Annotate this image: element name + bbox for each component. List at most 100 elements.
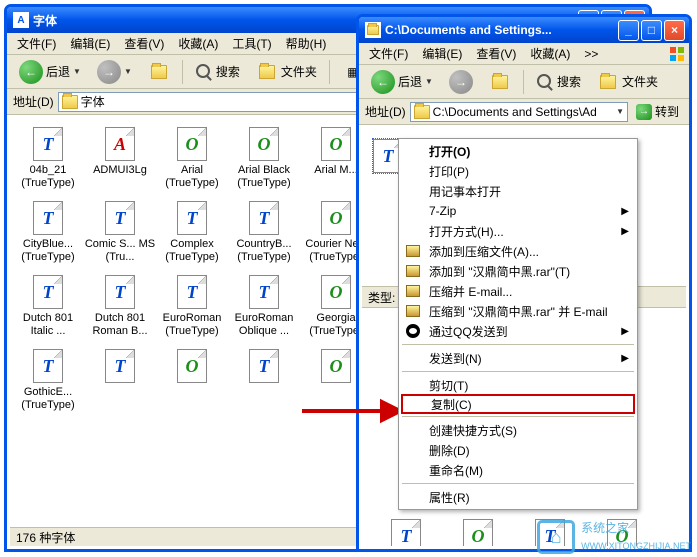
- font-file-item[interactable]: TEuroRoman Oblique ...: [228, 274, 300, 338]
- folders-button[interactable]: 文件夹: [250, 57, 323, 87]
- folder-icon: A: [13, 12, 29, 28]
- font-file-item[interactable]: TCityBlue... (TrueType): [12, 200, 84, 264]
- back-icon: ←: [19, 60, 43, 84]
- font-file-icon: O: [318, 126, 354, 162]
- font-file-item[interactable]: T: [370, 518, 442, 546]
- menu-3[interactable]: 收藏(A): [524, 43, 576, 64]
- font-file-icon: T: [246, 200, 282, 236]
- context-menu: 打开(O)打印(P)用记事本打开 7-Zip ▶ 打开方式(H)... ▶ 添加到压缩文件…: [398, 138, 638, 510]
- context-menu-item[interactable]: 压缩到 "汉鼎简中黑.rar" 并 E-mail: [401, 301, 635, 321]
- submenu-arrow-icon: ▶: [621, 226, 629, 237]
- font-file-icon: T: [102, 274, 138, 310]
- font-file-item[interactable]: TDutch 801 Italic ...: [12, 274, 84, 338]
- context-menu-item[interactable]: 发送到(N)▶: [401, 348, 635, 368]
- font-file-item[interactable]: O: [442, 518, 514, 546]
- context-menu-item[interactable]: 用记事本打开: [401, 181, 635, 201]
- context-menu-item[interactable]: 打开方式(H)... ▶: [401, 221, 635, 241]
- context-menu-item[interactable]: 添加到 "汉鼎简中黑.rar"(T): [401, 261, 635, 281]
- maximize-button[interactable]: □: [641, 20, 662, 41]
- font-file-item[interactable]: T: [228, 348, 300, 412]
- submenu-arrow-icon: ▶: [621, 206, 629, 217]
- font-file-icon: O: [246, 126, 282, 162]
- folder-up-icon: [148, 61, 170, 83]
- font-file-item[interactable]: OArial (TrueType): [156, 126, 228, 190]
- file-name: 04b_21 (TrueType): [12, 164, 84, 190]
- folders-button[interactable]: 文件夹: [591, 67, 664, 97]
- menu-4[interactable]: 工具(T): [226, 33, 277, 54]
- font-file-item[interactable]: O: [156, 348, 228, 412]
- font-file-item[interactable]: T: [84, 348, 156, 412]
- menu-5[interactable]: 帮助(H): [280, 33, 333, 54]
- back-button[interactable]: ← 后退 ▼: [13, 56, 87, 88]
- font-file-icon: O: [318, 274, 354, 310]
- context-menu-item[interactable]: 打开(O): [401, 141, 635, 161]
- font-file-icon: T: [388, 518, 424, 546]
- up-button[interactable]: [483, 67, 517, 97]
- menu-2[interactable]: 查看(V): [118, 33, 170, 54]
- font-file-icon: T: [174, 200, 210, 236]
- go-button[interactable]: → 转到: [632, 101, 683, 122]
- context-menu-item[interactable]: 7-Zip ▶: [401, 201, 635, 221]
- window-title: C:\Documents and Settings...: [385, 23, 618, 37]
- context-menu-item[interactable]: 添加到压缩文件(A)...: [401, 241, 635, 261]
- annotation-arrow: [300, 396, 410, 426]
- search-icon: [195, 63, 213, 81]
- folder-icon: [414, 105, 430, 119]
- menu-item-label: 压缩到 "汉鼎简中黑.rar" 并 E-mail: [429, 303, 608, 320]
- context-menu-item[interactable]: 压缩并 E-mail...: [401, 281, 635, 301]
- menu-0[interactable]: 文件(F): [363, 43, 414, 64]
- file-name: EuroRoman (TrueType): [156, 312, 228, 338]
- file-name: CountryB... (TrueType): [228, 238, 300, 264]
- context-menu-item[interactable]: 重命名(M): [401, 460, 635, 480]
- windows-flag-icon: [669, 46, 685, 62]
- type-label: 类型:: [368, 289, 395, 306]
- search-button[interactable]: 搜索: [530, 69, 587, 95]
- chevron-down-icon: ▼: [124, 67, 132, 76]
- context-menu-item[interactable]: 属性(R): [401, 487, 635, 507]
- context-menu-item[interactable]: 通过QQ发送到▶: [401, 321, 635, 341]
- back-button[interactable]: ← 后退 ▼: [365, 66, 439, 98]
- font-file-item[interactable]: T04b_21 (TrueType): [12, 126, 84, 190]
- menu-2[interactable]: 查看(V): [470, 43, 522, 64]
- chevron-down-icon: ▼: [73, 67, 81, 76]
- up-button[interactable]: [142, 57, 176, 87]
- titlebar[interactable]: C:\Documents and Settings... _ □ ×: [359, 17, 689, 43]
- menu-1[interactable]: 编辑(E): [416, 43, 468, 64]
- context-menu-item[interactable]: 剪切(T): [401, 375, 635, 395]
- file-name: EuroRoman Oblique ...: [228, 312, 300, 338]
- menu-item-label: 7-Zip: [429, 204, 456, 218]
- font-file-item[interactable]: AADMUI3Lg: [84, 126, 156, 190]
- font-file-item[interactable]: OArial Black (TrueType): [228, 126, 300, 190]
- close-button[interactable]: ×: [664, 20, 685, 41]
- separator: [329, 60, 330, 84]
- font-file-item[interactable]: TGothicE... (TrueType): [12, 348, 84, 412]
- forward-button[interactable]: → ▼: [91, 56, 138, 88]
- menu-item-label: 打开(O): [429, 143, 470, 160]
- context-menu-item[interactable]: 打印(P): [401, 161, 635, 181]
- search-button[interactable]: 搜索: [189, 59, 246, 85]
- menu-item-label: 打开方式(H)...: [429, 223, 504, 240]
- context-menu-item[interactable]: 删除(D): [401, 440, 635, 460]
- context-menu-item[interactable]: 复制(C): [401, 394, 635, 414]
- font-file-item[interactable]: TCountryB... (TrueType): [228, 200, 300, 264]
- menu-3[interactable]: 收藏(A): [172, 33, 224, 54]
- address-input[interactable]: C:\Documents and Settings\Ad ▼: [410, 102, 628, 122]
- font-file-icon: T: [30, 274, 66, 310]
- font-file-item[interactable]: TComic S... MS (Tru...: [84, 200, 156, 264]
- font-file-item[interactable]: TEuroRoman (TrueType): [156, 274, 228, 338]
- font-file-item[interactable]: TComplex (TrueType): [156, 200, 228, 264]
- menu-1[interactable]: 编辑(E): [64, 33, 116, 54]
- file-name: Dutch 801 Roman B...: [84, 312, 156, 338]
- menu-4[interactable]: >>: [578, 45, 604, 63]
- toolbar: ← 后退 ▼ → 搜索 文件夹: [359, 65, 689, 99]
- forward-button[interactable]: →: [443, 66, 479, 98]
- menu-item-label: 添加到压缩文件(A)...: [429, 243, 539, 260]
- forward-icon: →: [97, 60, 121, 84]
- context-menu-item[interactable]: 创建快捷方式(S): [401, 420, 635, 440]
- addressbar: 地址(D) C:\Documents and Settings\Ad ▼ → 转…: [359, 99, 689, 125]
- menu-0[interactable]: 文件(F): [11, 33, 62, 54]
- address-label: 地址(D): [365, 103, 406, 120]
- font-file-item[interactable]: TDutch 801 Roman B...: [84, 274, 156, 338]
- minimize-button[interactable]: _: [618, 20, 639, 41]
- chevron-down-icon[interactable]: ▼: [616, 107, 624, 116]
